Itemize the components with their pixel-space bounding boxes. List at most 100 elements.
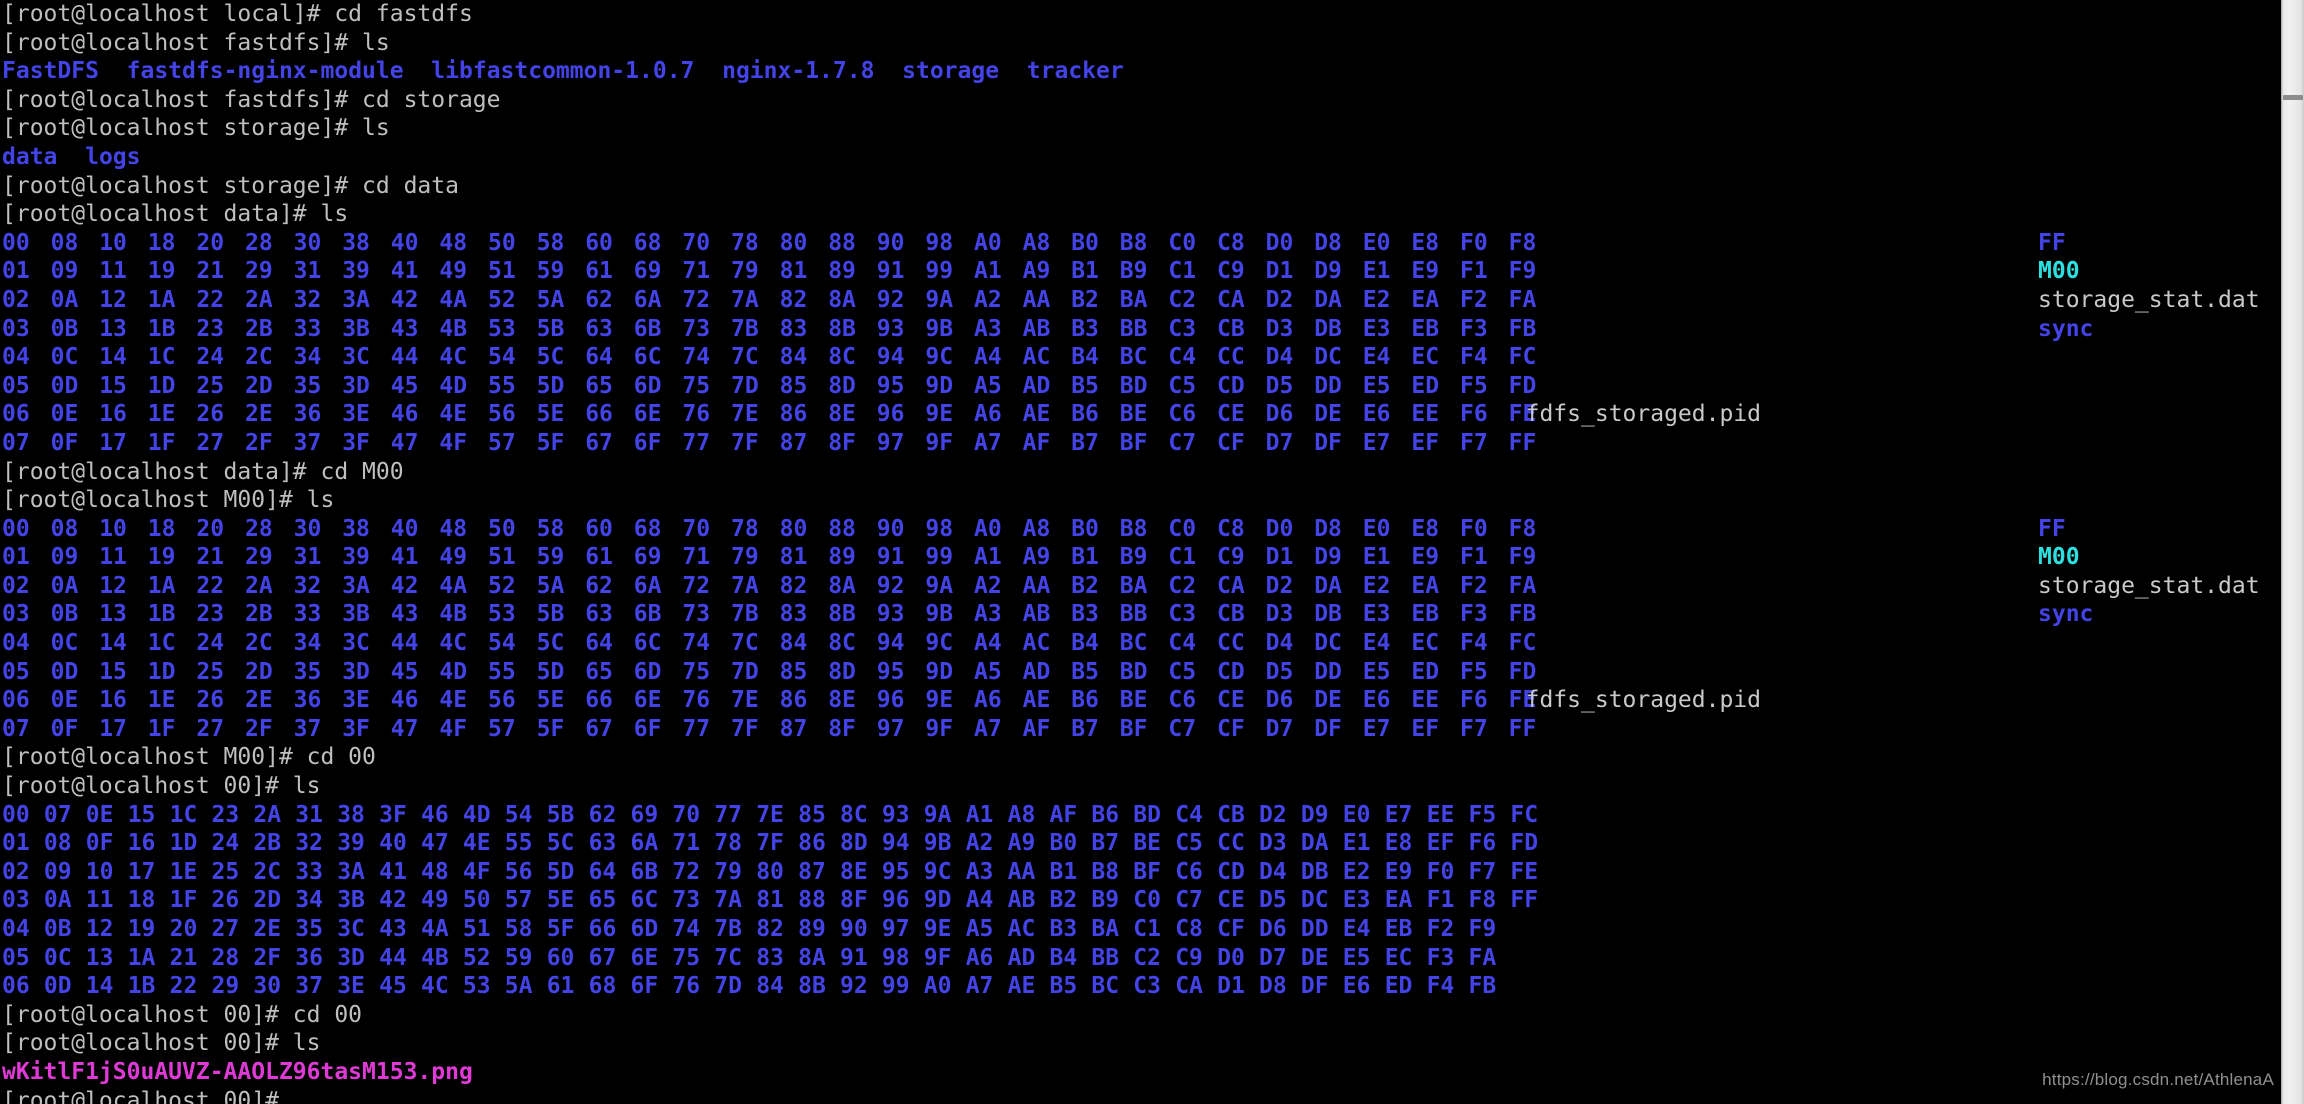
hex-dir-entry: 1E bbox=[147, 687, 176, 714]
hex-dir-entry: 5E bbox=[536, 401, 565, 428]
hex-dir-entry: 69 bbox=[633, 258, 662, 285]
hex-dir-entry: D4 bbox=[1265, 344, 1294, 371]
hex-dir-entry: 56 bbox=[488, 687, 516, 714]
hex-dir-entry: C1 bbox=[1133, 916, 1161, 942]
hex-dir-entry: E4 bbox=[1362, 344, 1391, 371]
hex-dir-entry: 22 bbox=[196, 572, 225, 599]
hex-dir-entry: ED bbox=[1411, 658, 1440, 685]
hex-dir-entry: 34 bbox=[293, 344, 322, 371]
hex-dir-entry: B0 bbox=[1049, 830, 1078, 857]
hex-dir-entry: E3 bbox=[1362, 315, 1391, 342]
hex-dir-entry: 87 bbox=[779, 429, 808, 456]
hex-dir-entry: 2C bbox=[253, 858, 282, 885]
hex-dir-entry: 02 bbox=[2, 572, 30, 599]
hex-dir-entry: 36 bbox=[293, 401, 322, 428]
hex-dir-entry: 15 bbox=[127, 801, 156, 828]
hex-dir-entry: 2E bbox=[253, 916, 282, 942]
hex-dir-entry: 6E bbox=[633, 401, 662, 428]
hex-dir-entry: CC bbox=[1217, 630, 1245, 657]
terminal-ls-line: wKitlF1jS0uAUVZ-AAOLZ96tasM153.png bbox=[0, 1058, 2281, 1087]
hex-dir-entry: BC bbox=[1091, 973, 1120, 1000]
hex-dir-entry: 65 bbox=[588, 887, 617, 914]
hex-dir-entry: 04 bbox=[2, 916, 30, 942]
hex-dir-entry: AE bbox=[1022, 401, 1051, 428]
hex-dir-entry: 29 bbox=[211, 973, 240, 1000]
hex-dir-entry: 33 bbox=[293, 315, 322, 342]
hex-dir-entry: 2A bbox=[245, 286, 273, 313]
hex-dir-entry: E6 bbox=[1362, 687, 1391, 714]
terminal-window[interactable]: [root@localhost local]# cd fastdfs [root@… bbox=[0, 0, 2281, 1104]
hex-dir-entry: AF bbox=[1022, 429, 1051, 456]
hex-dir-entry: 02 bbox=[2, 858, 30, 885]
hex-dir-entry: 4A bbox=[439, 286, 468, 313]
hex-dir-entry: DD bbox=[1300, 916, 1329, 942]
hex-dir-entry: A7 bbox=[974, 429, 1002, 456]
hex-dir-entry: B8 bbox=[1119, 515, 1148, 542]
hex-dir-entry: 1B bbox=[127, 973, 156, 1000]
hex-dir-entry: 00 bbox=[2, 229, 30, 256]
hex-dir-entry: 4B bbox=[439, 601, 468, 628]
hex-dir-entry: 1B bbox=[147, 315, 176, 342]
hex-dir-entry: CE bbox=[1217, 401, 1245, 428]
hex-dir-row: 04 0C 14 1C 24 2C 34 3C 44 4C 54 5C 64 6C 74 7C 84 8C 94 9C… bbox=[0, 343, 2281, 372]
hex-dir-entry: 6C bbox=[633, 630, 662, 657]
hex-dir-entry: 05 bbox=[2, 658, 30, 685]
hex-dir-entry: DC bbox=[1314, 344, 1342, 371]
hex-dir-entry: F9 bbox=[1508, 544, 1537, 571]
hex-dir-entry: C2 bbox=[1133, 944, 1161, 971]
ls-separator bbox=[694, 58, 722, 84]
hex-dir-entry: 88 bbox=[828, 515, 856, 542]
ls-entry: FastDFS bbox=[2, 58, 99, 85]
hex-dir-entry: B8 bbox=[1091, 858, 1120, 885]
hex-dir-entry: DC bbox=[1300, 887, 1329, 914]
hex-dir-entry: 28 bbox=[211, 944, 240, 971]
hex-dir-entry: 01 bbox=[2, 258, 30, 285]
vertical-scrollbar[interactable] bbox=[2281, 0, 2304, 1104]
prompt-text: [root@localhost 00]# ls bbox=[2, 773, 321, 800]
hex-dir-entry: 62 bbox=[588, 801, 617, 828]
scrollbar-thumb[interactable] bbox=[2283, 95, 2303, 100]
hex-dir-row: 03 0B 13 1B 23 2B 33 3B 43 4B 53 5B 63 6B 73 7B 83 8B 93 9B… bbox=[0, 315, 2281, 344]
hex-dir-entry: 0A bbox=[50, 286, 79, 313]
hex-dir-entry: E4 bbox=[1342, 916, 1371, 942]
hex-dir-entry: 44 bbox=[390, 344, 419, 371]
hex-dir-entry: 6F bbox=[633, 429, 662, 456]
hex-dir-entry: 8A bbox=[798, 944, 826, 971]
hex-dir-entry: 96 bbox=[876, 401, 905, 428]
hex-dir-entry: F6 bbox=[1460, 687, 1488, 714]
hex-dir-entry: A3 bbox=[974, 315, 1002, 342]
hex-dir-entry: 80 bbox=[779, 515, 808, 542]
hex-dir-entry: A3 bbox=[965, 858, 994, 885]
hex-dir-entry: 6D bbox=[630, 916, 659, 942]
hex-dir-entry: 4D bbox=[439, 372, 468, 399]
hex-dir-entry: 9F bbox=[925, 429, 954, 456]
hex-dir-entry: 77 bbox=[682, 715, 711, 742]
hex-dir-entry: 2A bbox=[253, 801, 282, 828]
hex-dir-entry: 40 bbox=[390, 229, 419, 256]
hex-dir-entry: 70 bbox=[682, 515, 711, 542]
hex-dir-entry: 72 bbox=[682, 286, 711, 313]
hex-dir-entry: 9D bbox=[925, 372, 954, 399]
hex-dir-entry: 91 bbox=[876, 544, 905, 571]
hex-dir-entry: 3E bbox=[337, 973, 365, 1000]
ls-entry: M00 bbox=[2038, 544, 2080, 571]
hex-dir-entry: DA bbox=[1314, 286, 1342, 313]
hex-dir-entry: A4 bbox=[974, 630, 1002, 657]
hex-dir-entry: DE bbox=[1314, 687, 1342, 714]
hex-dir-entry: AD bbox=[1007, 944, 1036, 971]
hex-dir-entry: 68 bbox=[633, 229, 662, 256]
hex-dir-entry: 47 bbox=[421, 830, 449, 857]
prompt-text: [root@localhost fastdfs]# cd storage bbox=[2, 86, 501, 113]
hex-dir-entry: 49 bbox=[439, 544, 468, 571]
hex-dir-entry: 94 bbox=[876, 630, 905, 657]
hex-dir-entry: 4D bbox=[439, 658, 468, 685]
hex-dir-entry: CA bbox=[1217, 286, 1245, 313]
hex-dir-entry: 7D bbox=[714, 973, 742, 1000]
hex-dir-entry: 3B bbox=[337, 887, 365, 914]
hex-dir-entry: FB bbox=[1508, 601, 1537, 628]
hex-dir-entry: 67 bbox=[588, 944, 617, 971]
hex-dir-entry: 9B bbox=[923, 830, 952, 857]
hex-dir-entry: 32 bbox=[293, 572, 322, 599]
hex-dir-entry: 99 bbox=[881, 973, 910, 1000]
hex-dir-entry: 1C bbox=[169, 801, 198, 828]
